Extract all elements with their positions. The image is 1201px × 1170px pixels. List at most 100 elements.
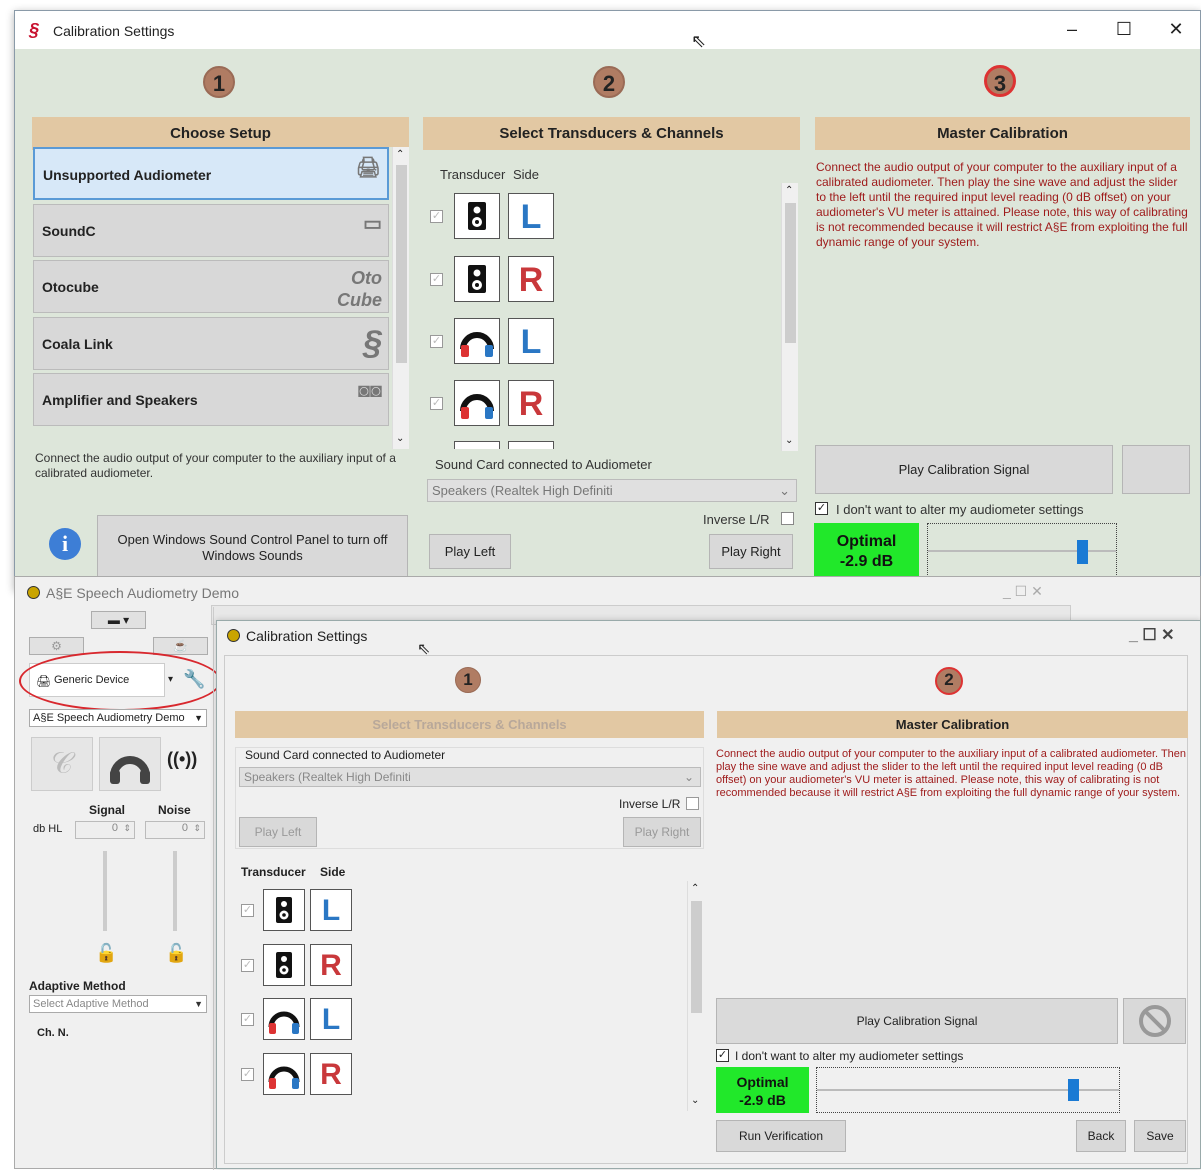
side-left[interactable]: L — [508, 193, 554, 239]
noise-spinner[interactable]: 0 ⇕ — [145, 821, 205, 839]
settings-gear-button[interactable]: ⚙ — [29, 637, 84, 655]
play-left-button[interactable]: Play Left — [239, 817, 317, 847]
row-checkbox[interactable]: ✓ — [241, 959, 254, 972]
scroll-up-icon[interactable]: ⌃ — [785, 185, 793, 196]
soundcard-value: Speakers (Realtek High Definiti — [432, 483, 613, 498]
row-checkbox[interactable]: ✓ — [430, 335, 443, 348]
stop-button[interactable] — [1122, 445, 1190, 494]
optimal-value: -2.9 dB — [839, 553, 894, 570]
slider-thumb[interactable] — [1077, 540, 1088, 564]
profile-dropdown[interactable]: A§E Speech Audiometry Demo ▼ — [29, 709, 207, 727]
headphones-icon[interactable] — [454, 318, 500, 364]
broadcast-icon[interactable]: ((•)) — [167, 749, 197, 770]
back-button[interactable]: Back — [1076, 1120, 1126, 1152]
transducer-scrollbar[interactable]: ⌃ ⌄ — [687, 881, 704, 1111]
camera-dropdown[interactable]: ▬ ▾ — [91, 611, 146, 629]
scroll-down-icon[interactable]: ⌄ — [785, 435, 793, 446]
soundcard-label: Sound Card connected to Audiometer — [245, 748, 446, 762]
play-left-button[interactable]: Play Left — [429, 534, 511, 569]
bowl-icon-button[interactable]: ☕ — [153, 637, 208, 655]
otocube-logo: Oto Cube — [337, 268, 382, 310]
chevron-down-icon: ⌄ — [683, 770, 694, 784]
close-button[interactable]: ✕ — [1161, 19, 1191, 40]
lock-icon[interactable]: 🔓 — [95, 943, 117, 965]
headphones-icon[interactable] — [263, 1053, 305, 1095]
device-soundc[interactable]: SoundC ▭ — [33, 204, 389, 257]
play-calibration-button[interactable]: Play Calibration Signal — [815, 445, 1113, 494]
soundcard-dropdown[interactable]: Speakers (Realtek High Definiti ⌄ — [427, 479, 797, 502]
soundcard-icon: ▭ — [363, 213, 382, 235]
side-left[interactable]: L — [310, 889, 352, 931]
headphones-icon[interactable] — [99, 737, 161, 791]
scroll-down-icon[interactable]: ⌄ — [691, 1095, 699, 1106]
calibration-slider[interactable] — [927, 523, 1117, 579]
side-right[interactable]: R — [508, 380, 554, 426]
partial-row — [508, 441, 554, 449]
ear-icon[interactable]: 𝒞 — [31, 737, 93, 791]
run-verification-button[interactable]: Run Verification — [716, 1120, 846, 1152]
calibration-slider[interactable] — [816, 1067, 1120, 1113]
row-checkbox[interactable]: ✓ — [241, 1068, 254, 1081]
play-right-button[interactable]: Play Right — [623, 817, 701, 847]
side-right[interactable]: R — [310, 1053, 352, 1095]
step-2-badge: 2 — [593, 66, 625, 98]
play-right-button[interactable]: Play Right — [709, 534, 793, 569]
scroll-down-icon[interactable]: ⌄ — [396, 433, 404, 444]
scrollbar-thumb[interactable] — [785, 203, 796, 343]
row-checkbox[interactable]: ✓ — [430, 397, 443, 410]
device-label: Unsupported Audiometer — [43, 167, 212, 183]
scrollbar-thumb[interactable] — [396, 165, 407, 363]
scroll-up-icon[interactable]: ⌃ — [691, 883, 699, 894]
minimize-button[interactable]: – — [1057, 19, 1087, 40]
minimize-button[interactable]: _ ☐ ✕ — [1003, 583, 1043, 600]
device-otocube[interactable]: Otocube Oto Cube — [33, 260, 389, 313]
side-left[interactable]: L — [508, 318, 554, 364]
noise-slider[interactable] — [167, 851, 183, 931]
dont-alter-checkbox[interactable]: ✓ — [716, 1049, 729, 1062]
lock-icon[interactable]: 🔓 — [165, 943, 187, 965]
chevron-down-icon: ▼ — [194, 713, 203, 723]
signal-spinner[interactable]: 0 ⇕ — [75, 821, 135, 839]
save-button[interactable]: Save — [1134, 1120, 1186, 1152]
side-left[interactable]: L — [310, 998, 352, 1040]
adaptive-method-dropdown[interactable]: Select Adaptive Method ▼ — [29, 995, 207, 1013]
speaker-icon[interactable] — [263, 889, 305, 931]
headphones-icon[interactable] — [454, 380, 500, 426]
dont-alter-checkbox[interactable]: ✓ — [815, 502, 828, 515]
transducer-scrollbar[interactable]: ⌃ ⌄ — [781, 183, 798, 451]
device-unsupported-audiometer[interactable]: Unsupported Audiometer 🖨 — [33, 147, 389, 200]
slider-thumb[interactable] — [1068, 1079, 1079, 1101]
device-coala-link[interactable]: Coala Link § — [33, 317, 389, 370]
maximize-button[interactable]: ☐ — [1109, 19, 1139, 40]
signal-value: 0 — [111, 822, 118, 834]
scrollbar-thumb[interactable] — [691, 901, 702, 1013]
play-calibration-button[interactable]: Play Calibration Signal — [716, 998, 1118, 1044]
row-checkbox[interactable]: ✓ — [430, 273, 443, 286]
dont-alter-label: I don't want to alter my audiometer sett… — [735, 1049, 964, 1063]
speaker-icon[interactable] — [454, 256, 500, 302]
device-amplifier-speakers[interactable]: Amplifier and Speakers ◙◙ — [33, 373, 389, 426]
speaker-icon[interactable] — [263, 944, 305, 986]
row-checkbox[interactable]: ✓ — [241, 904, 254, 917]
signal-slider[interactable] — [97, 851, 113, 931]
app-logo-icon: § — [29, 20, 40, 40]
row-checkbox[interactable]: ✓ — [430, 210, 443, 223]
side-right[interactable]: R — [310, 944, 352, 986]
speaker-icon[interactable] — [454, 193, 500, 239]
profile-value: A§E Speech Audiometry Demo — [33, 712, 185, 724]
inverse-checkbox[interactable] — [686, 797, 699, 810]
device-list-scrollbar[interactable]: ⌃ ⌄ — [392, 147, 409, 449]
stop-button[interactable] — [1123, 998, 1186, 1044]
side-right[interactable]: R — [508, 256, 554, 302]
soundcard-dropdown[interactable]: Speakers (Realtek High Definiti ⌄ — [239, 767, 701, 787]
window-controls[interactable]: _ ☐ ✕ — [1129, 625, 1175, 645]
chevron-down-icon: ▼ — [194, 999, 203, 1009]
headphones-icon[interactable] — [263, 998, 305, 1040]
step-1-badge: 1 — [455, 667, 481, 693]
info-icon: i — [49, 528, 81, 560]
row-checkbox[interactable]: ✓ — [241, 1013, 254, 1026]
highlight-circle — [19, 651, 221, 711]
scroll-up-icon[interactable]: ⌃ — [396, 149, 404, 160]
inverse-checkbox[interactable] — [781, 512, 794, 525]
open-sound-panel-button[interactable]: Open Windows Sound Control Panel to turn… — [97, 515, 408, 581]
